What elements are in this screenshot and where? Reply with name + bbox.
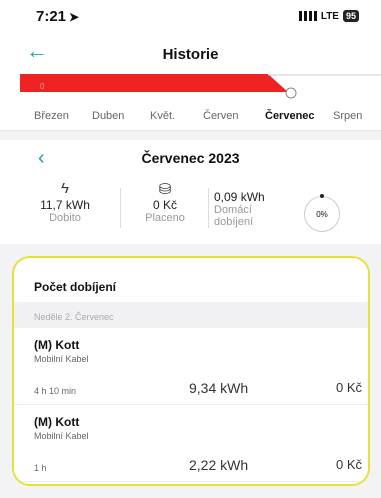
charge-item[interactable]: (M) Kott Mobilní Kabel 1 h 2,22 kWh 0 Kč	[14, 405, 368, 482]
battery-icon: 95	[342, 10, 359, 22]
stat-label: Dobito	[49, 212, 81, 224]
stat-value: 11,7 kWh	[40, 198, 90, 212]
period-summary: ‹ Červenec 2023 ϟ 11,7 kWh Dobito ⛁ 0 Kč…	[0, 140, 381, 244]
ring-marker	[320, 194, 324, 198]
stat-label: dobíjení	[214, 216, 254, 228]
day-header: Neděle 2. Červenec	[14, 302, 368, 328]
month-item[interactable]: Duben	[92, 110, 124, 122]
charge-cost: 0 Kč	[335, 380, 362, 395]
charge-energy: 2,22 kWh	[189, 457, 249, 473]
stat-label: Placeno	[145, 212, 185, 224]
stat-value: 0,09 kWh	[214, 190, 265, 204]
divider	[208, 188, 209, 228]
charges-section: Počet dobíjení Neděle 2. Červenec (M) Ko…	[12, 256, 370, 486]
stat-charged: ϟ 11,7 kWh Dobito	[20, 180, 110, 224]
history-bar-svg: 0	[20, 74, 381, 99]
bar-label: 0	[40, 82, 45, 91]
day-label: Neděle 2. Červenec	[34, 312, 114, 322]
stat-value: 0 Kč	[152, 198, 177, 212]
cable-type: Mobilní Kabel	[34, 431, 89, 441]
charger-name: (M) Kott	[34, 338, 80, 352]
month-item[interactable]: Květ.	[150, 110, 175, 122]
history-bar-chart: 0	[0, 74, 381, 102]
period-title: Červenec 2023	[141, 150, 240, 166]
charges-header: Počet dobíjení	[14, 258, 368, 302]
stat-label: Domácí	[214, 204, 252, 216]
charge-duration: 1 h	[34, 463, 47, 473]
network-type: LTE	[320, 10, 339, 22]
status-bar: 7:21 ➤ LTE 95	[0, 0, 381, 34]
charge-item[interactable]: (M) Kott Mobilní Kabel 4 h 10 min 9,34 k…	[14, 328, 368, 405]
charge-duration: 4 h 10 min	[34, 386, 77, 396]
status-indicators: LTE 95	[298, 10, 359, 22]
divider	[120, 188, 121, 228]
charge-cost: 0 Kč	[335, 457, 362, 472]
signal-icon	[298, 11, 317, 21]
current-point-marker[interactable]	[285, 87, 297, 99]
section-title: Počet dobíjení	[34, 280, 117, 294]
nav-header: ← Historie	[0, 34, 381, 74]
month-item-active[interactable]: Červenec	[265, 110, 315, 122]
percent-label: 0%	[316, 209, 328, 219]
month-item[interactable]: Červen	[203, 110, 238, 122]
bolt-icon: ϟ	[61, 180, 69, 197]
charger-name: (M) Kott	[34, 415, 80, 429]
page-title: Historie	[162, 46, 219, 63]
month-item[interactable]: Březen	[34, 110, 69, 122]
location-arrow-icon: ➤	[69, 10, 80, 24]
stat-home-charging: 0,09 kWh Domácí dobíjení	[214, 190, 294, 228]
month-item[interactable]: Srpen	[333, 110, 362, 122]
wallet-icon: ⛁	[158, 181, 172, 198]
charge-energy: 9,34 kWh	[189, 380, 249, 396]
status-time: 7:21 ➤	[36, 8, 80, 25]
home-charging-percent-ring: 0%	[304, 194, 340, 232]
history-bar	[20, 74, 288, 92]
month-selector: Březen Duben Květ. Červen Červenec Srpen	[0, 102, 381, 131]
cable-type: Mobilní Kabel	[34, 354, 89, 364]
stat-paid: ⛁ 0 Kč Placeno	[130, 180, 200, 224]
